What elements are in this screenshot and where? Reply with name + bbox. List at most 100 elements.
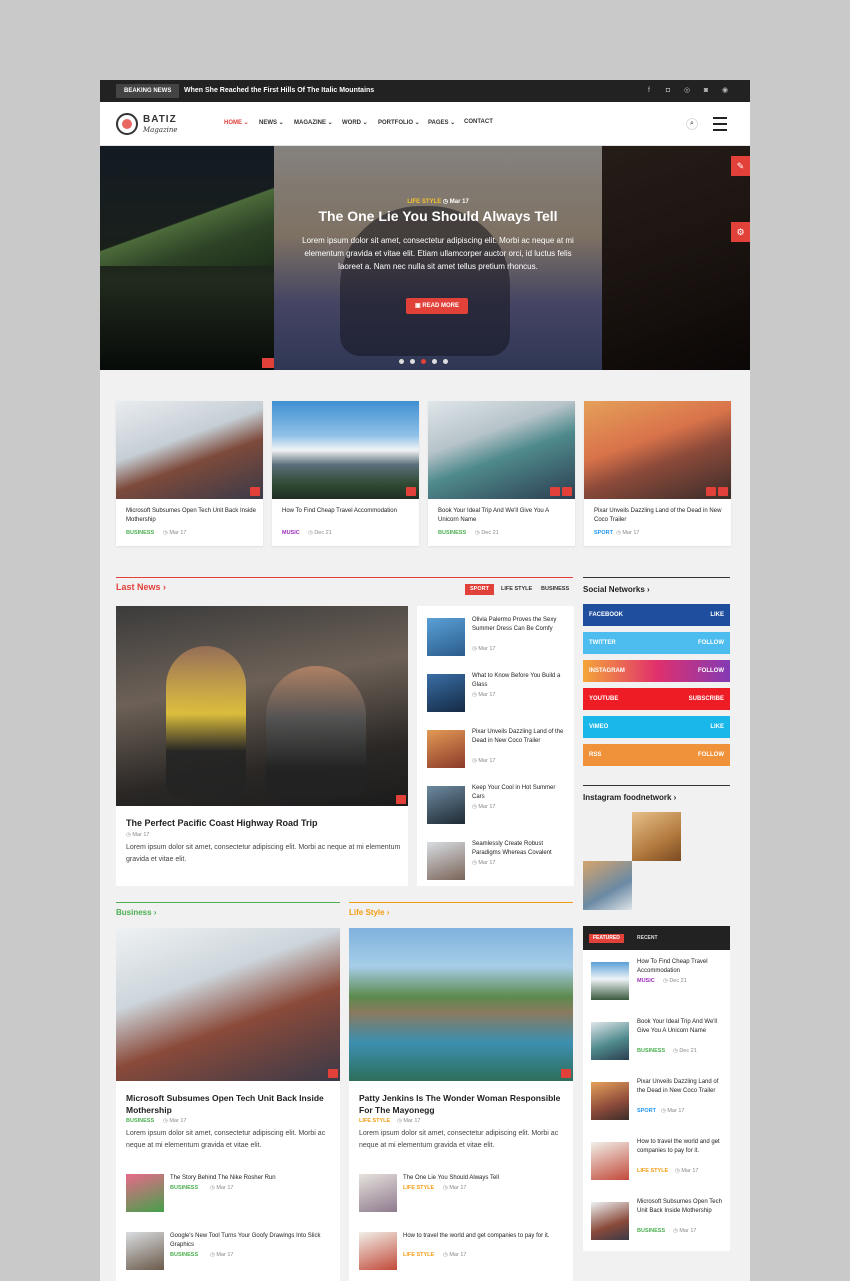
hero-slide-next-image[interactable] [602, 146, 750, 370]
card-category[interactable]: MUSIC [282, 530, 300, 536]
list-item[interactable]: Keep Your Cool in Hot Summer Cars ◷ Mar … [427, 784, 567, 828]
mini-post[interactable]: How to travel the world and get companie… [359, 1232, 563, 1277]
featured-story-title[interactable]: The Perfect Pacific Coast Highway Road T… [126, 818, 318, 828]
business-section-title[interactable]: Business › [116, 908, 156, 917]
thumbnail-image[interactable] [591, 1082, 629, 1120]
business-story[interactable]: Microsoft Subsumes Open Tech Unit Back I… [116, 928, 340, 1281]
color-picker-icon[interactable]: ✎ [731, 156, 750, 176]
card-category[interactable]: SPORT [594, 530, 613, 536]
card-category[interactable]: BUSINESS [438, 530, 466, 536]
list-item-title[interactable]: Seamlessly Create Robust Paradigms Where… [472, 840, 567, 858]
tab-sport[interactable]: SPORT [465, 584, 494, 595]
slider-dot[interactable] [399, 359, 404, 364]
featured-item[interactable]: How To Find Cheap Travel Accommodation M… [591, 958, 725, 1014]
instagram-photo[interactable] [632, 812, 681, 861]
office-team-image[interactable] [116, 401, 263, 499]
thumbnail-image[interactable] [591, 1142, 629, 1180]
thumbnail-image[interactable] [126, 1232, 164, 1270]
tab-business[interactable]: BUSINESS [536, 584, 574, 595]
instagram-photo[interactable] [583, 861, 632, 910]
card-title[interactable]: How To Find Cheap Travel Accommodation [282, 507, 412, 516]
thumbnail-image[interactable] [427, 842, 465, 880]
thumbnail-image[interactable] [427, 730, 465, 768]
slider-dot[interactable] [443, 359, 448, 364]
lifestyle-section-title[interactable]: Life Style › [349, 908, 389, 917]
post-card[interactable]: Book Your Ideal Trip And We'll Give You … [428, 401, 575, 546]
cliff-lake-image[interactable] [349, 928, 573, 1081]
slider-dot[interactable] [410, 359, 415, 364]
featured-item-category[interactable]: LIFE STYLE [637, 1168, 668, 1174]
post-card[interactable]: How To Find Cheap Travel Accommodation M… [272, 401, 419, 546]
featured-item-category[interactable]: SPORT [637, 1108, 656, 1114]
office-team-image[interactable] [116, 928, 340, 1081]
mountain-image[interactable] [272, 401, 419, 499]
featured-item[interactable]: Pixar Unveils Dazzling Land of the Dead … [591, 1078, 725, 1134]
business-story-title[interactable]: Microsoft Subsumes Open Tech Unit Back I… [126, 1092, 330, 1116]
card-title[interactable]: Microsoft Subsumes Open Tech Unit Back I… [126, 507, 256, 525]
twitter-button[interactable]: TWITTER FOLLOW [583, 632, 730, 654]
mini-post-title[interactable]: How to travel the world and get companie… [403, 1232, 563, 1241]
fitness-couple-image[interactable] [116, 606, 408, 806]
last-news-title[interactable]: Last News › [116, 582, 166, 592]
slider-dot[interactable] [432, 359, 437, 364]
tab-featured[interactable]: FEATURED [589, 934, 624, 943]
hamburger-menu-icon[interactable] [713, 117, 727, 131]
list-item-title[interactable]: Olivia Palermo Proves the Sexy Summer Dr… [472, 616, 567, 634]
vimeo-button[interactable]: VIMEO LIKE [583, 716, 730, 738]
thumbnail-image[interactable] [591, 962, 629, 1000]
lifestyle-story[interactable]: Patty Jenkins Is The Wonder Woman Respon… [349, 928, 573, 1281]
lifestyle-story-title[interactable]: Patty Jenkins Is The Wonder Woman Respon… [359, 1092, 563, 1116]
card-title[interactable]: Pixar Unveils Dazzling Land of the Dead … [594, 507, 724, 525]
logo-title[interactable]: BATIZ [143, 114, 177, 125]
thumbnail-image[interactable] [591, 1202, 629, 1240]
card-title[interactable]: Book Your Ideal Trip And We'll Give You … [438, 507, 568, 525]
mini-post-category[interactable]: BUSINESS [170, 1252, 198, 1258]
mini-post[interactable]: The One Lie You Should Always Tell LIFE … [359, 1174, 563, 1219]
thumbnail-image[interactable] [359, 1232, 397, 1270]
instagram-feed-title[interactable]: Instagram foodnetwork › [583, 793, 676, 802]
hero-title[interactable]: The One Lie You Should Always Tell [274, 208, 602, 224]
list-item[interactable]: Seamlessly Create Robust Paradigms Where… [427, 840, 567, 884]
post-card[interactable]: Microsoft Subsumes Open Tech Unit Back I… [116, 401, 263, 546]
featured-story[interactable]: The Perfect Pacific Coast Highway Road T… [116, 606, 408, 886]
thumbnail-image[interactable] [427, 618, 465, 656]
logo-icon[interactable] [116, 113, 138, 135]
rss-button[interactable]: RSS FOLLOW [583, 744, 730, 766]
instagram-icon[interactable]: ◙ [699, 84, 713, 98]
post-card[interactable]: Pixar Unveils Dazzling Land of the Dead … [584, 401, 731, 546]
nav-pages[interactable]: PAGES ⌄ [428, 119, 455, 126]
thumbnail-image[interactable] [427, 786, 465, 824]
featured-item-title[interactable]: Microsoft Subsumes Open Tech Unit Back I… [637, 1198, 725, 1216]
list-item-title[interactable]: Pixar Unveils Dazzling Land of the Dead … [472, 728, 567, 746]
list-item[interactable]: Olivia Palermo Proves the Sexy Summer Dr… [427, 616, 567, 660]
thumbnail-image[interactable] [427, 674, 465, 712]
thumbnail-image[interactable] [359, 1174, 397, 1212]
business-story-category[interactable]: BUSINESS [126, 1118, 154, 1124]
read-more-button[interactable]: ▣ READ MORE [406, 298, 468, 314]
nav-news[interactable]: NEWS ⌄ [259, 119, 284, 126]
mini-post[interactable]: Google's New Tool Turns Your Goofy Drawi… [126, 1232, 330, 1277]
mini-post-category[interactable]: LIFE STYLE [403, 1185, 434, 1191]
social-networks-title[interactable]: Social Networks › [583, 585, 650, 594]
nav-contact[interactable]: CONTACT [464, 119, 493, 125]
breaking-news-headline[interactable]: When She Reached the First Hills Of The … [184, 84, 374, 98]
list-item-title[interactable]: Keep Your Cool in Hot Summer Cars [472, 784, 567, 802]
settings-gear-icon[interactable]: ⚙ [731, 222, 750, 242]
nav-magazine[interactable]: MAGAZINE ⌄ [294, 119, 333, 126]
twitter-icon[interactable]: ◘ [661, 84, 675, 98]
mini-post-category[interactable]: BUSINESS [170, 1185, 198, 1191]
mini-post-title[interactable]: The Story Behind The Nike Rosher Run [170, 1174, 330, 1183]
instagram-button[interactable]: INSTAGRAM FOLLOW [583, 660, 730, 682]
nav-word[interactable]: WORD ⌄ [342, 119, 368, 126]
hero-category[interactable]: LIFE STYLE [407, 199, 441, 205]
search-icon[interactable]: ⌕ [686, 118, 698, 130]
nav-portfolio[interactable]: PORTFOLIO ⌄ [378, 119, 420, 126]
featured-item[interactable]: Microsoft Subsumes Open Tech Unit Back I… [591, 1198, 725, 1254]
featured-item-category[interactable]: BUSINESS [637, 1048, 665, 1054]
mini-post[interactable]: The Story Behind The Nike Rosher Run BUS… [126, 1174, 330, 1219]
featured-item-category[interactable]: MUSIC [637, 978, 655, 984]
slider-dot-active[interactable] [421, 359, 426, 364]
mini-post-title[interactable]: Google's New Tool Turns Your Goofy Drawi… [170, 1232, 330, 1250]
mini-post-category[interactable]: LIFE STYLE [403, 1252, 434, 1258]
featured-item[interactable]: Book Your Ideal Trip And We'll Give You … [591, 1018, 725, 1074]
